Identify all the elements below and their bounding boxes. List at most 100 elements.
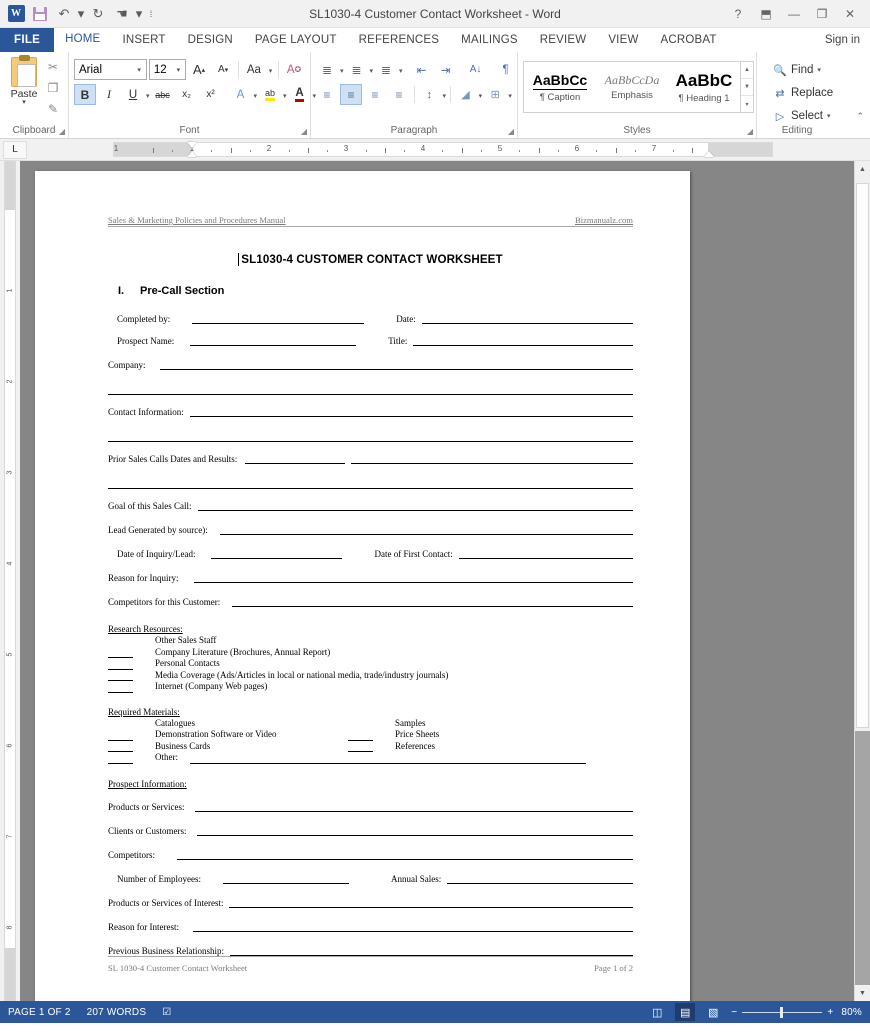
tab-insert[interactable]: INSERT: [111, 28, 176, 52]
multilevel-chevron-down-icon[interactable]: ▾: [399, 59, 403, 80]
material-checkline-r0[interactable]: [348, 720, 373, 729]
material-checkline-1[interactable]: [108, 732, 133, 741]
ribbon-display-options-button[interactable]: ⬒: [752, 2, 780, 26]
paragraph-dialog-launcher[interactable]: ◢: [508, 127, 514, 136]
research-checkline-2[interactable]: [108, 661, 133, 670]
input-goal[interactable]: [197, 502, 633, 511]
clear-formatting-icon[interactable]: A ✪: [283, 59, 305, 80]
material-checkline-0[interactable]: [108, 720, 133, 729]
grow-font-icon[interactable]: A ▴: [188, 59, 210, 80]
input-previous-relationship[interactable]: [230, 947, 633, 956]
format-painter-icon[interactable]: ✎: [43, 100, 63, 118]
material-checkline-r2[interactable]: [348, 743, 373, 752]
strikethrough-button[interactable]: abc: [152, 84, 174, 105]
read-mode-button[interactable]: ◫: [647, 1003, 667, 1021]
document-page[interactable]: Sales & Marketing Policies and Procedure…: [35, 171, 690, 1001]
input-products-services[interactable]: [194, 803, 633, 812]
font-size-input[interactable]: 12 ▾: [148, 59, 187, 80]
input-date-first-contact[interactable]: [458, 550, 633, 559]
font-dialog-launcher[interactable]: ◢: [301, 127, 307, 136]
zoom-out-button[interactable]: −: [731, 1007, 737, 1018]
show-formatting-marks-icon[interactable]: ¶: [495, 59, 517, 80]
research-checkline-1[interactable]: [108, 649, 133, 658]
zoom-handle[interactable]: [780, 1006, 784, 1018]
highlight-chevron-down-icon[interactable]: ▾: [283, 84, 287, 105]
close-button[interactable]: ✕: [836, 2, 864, 26]
bold-button[interactable]: B: [74, 84, 96, 105]
material-checkline-r1[interactable]: [348, 732, 373, 741]
line-spacing-chevron-down-icon[interactable]: ▾: [442, 84, 447, 105]
borders-icon[interactable]: ⊞: [484, 84, 506, 105]
text-effects-chevron-down-icon[interactable]: ▾: [254, 84, 258, 105]
styles-scroll-down-icon[interactable]: ▼: [741, 79, 753, 96]
input-competitors-customer[interactable]: [232, 598, 633, 607]
input-reason-for-inquiry[interactable]: [194, 574, 633, 583]
align-center-button[interactable]: ≡: [340, 84, 362, 105]
input-clients-customers[interactable]: [196, 827, 633, 836]
first-line-indent-marker[interactable]: [187, 142, 197, 148]
subscript-button[interactable]: x₂: [176, 84, 198, 105]
styles-scroll-up-icon[interactable]: ▲: [741, 62, 753, 79]
tab-home[interactable]: HOME: [54, 28, 112, 52]
input-prior-sales-date[interactable]: [245, 455, 346, 464]
borders-chevron-down-icon[interactable]: ▾: [508, 84, 512, 105]
select-button[interactable]: ▷ Select ▾: [770, 106, 865, 126]
superscript-button[interactable]: x²: [200, 84, 222, 105]
input-date[interactable]: [421, 315, 633, 324]
word-count[interactable]: 207 WORDS: [87, 1007, 147, 1018]
underline-button[interactable]: U: [122, 84, 144, 105]
input-prospect-name[interactable]: [190, 337, 357, 346]
sign-in-link[interactable]: Sign in: [815, 28, 870, 52]
input-company[interactable]: [159, 361, 633, 370]
tab-design[interactable]: DESIGN: [177, 28, 244, 52]
input-contact-information-line2[interactable]: [108, 429, 633, 442]
zoom-in-button[interactable]: +: [827, 1007, 833, 1018]
sort-icon[interactable]: A↓: [465, 59, 487, 80]
print-layout-button[interactable]: ▤: [675, 1003, 696, 1021]
tab-page-layout[interactable]: PAGE LAYOUT: [244, 28, 348, 52]
restore-button[interactable]: ❐: [808, 2, 836, 26]
save-icon[interactable]: [29, 3, 51, 25]
tab-acrobat[interactable]: ACROBAT: [650, 28, 728, 52]
material-checkline-other[interactable]: [108, 755, 133, 764]
find-button[interactable]: 🔍 Find ▾: [770, 60, 865, 80]
zoom-slider[interactable]: − +: [731, 1006, 833, 1018]
document-canvas[interactable]: Sales & Marketing Policies and Procedure…: [20, 161, 854, 1001]
page-indicator[interactable]: PAGE 1 OF 2: [8, 1007, 71, 1018]
cut-icon[interactable]: ✂: [43, 58, 63, 76]
bullets-chevron-down-icon[interactable]: ▾: [340, 59, 344, 80]
bullets-icon[interactable]: ≣: [316, 59, 338, 80]
undo-caret-icon[interactable]: ▾: [77, 3, 85, 25]
change-case-chevron-down-icon[interactable]: ▾: [267, 59, 274, 80]
collapse-ribbon-icon[interactable]: ⌃: [856, 111, 864, 122]
tab-view[interactable]: VIEW: [597, 28, 649, 52]
italic-button[interactable]: I: [98, 84, 120, 105]
input-number-of-employees[interactable]: [222, 875, 349, 884]
right-indent-marker[interactable]: [704, 151, 714, 157]
shrink-font-icon[interactable]: A ▾: [212, 59, 234, 80]
tab-review[interactable]: REVIEW: [529, 28, 598, 52]
scrollbar-thumb[interactable]: [856, 183, 869, 728]
copy-icon[interactable]: ❐: [43, 79, 63, 97]
research-checkline-0[interactable]: [108, 638, 133, 647]
change-case-icon[interactable]: Aa: [243, 59, 265, 80]
input-date-of-inquiry[interactable]: [211, 550, 343, 559]
horizontal-ruler[interactable]: 1 2 3 4 5 6 7 1: [113, 142, 773, 157]
numbering-icon[interactable]: ≣: [346, 59, 368, 80]
clipboard-dialog-launcher[interactable]: ◢: [59, 127, 65, 136]
minimize-button[interactable]: —: [780, 2, 808, 26]
decrease-indent-icon[interactable]: ⇤: [411, 59, 433, 80]
underline-chevron-down-icon[interactable]: ▾: [146, 84, 150, 105]
redo-icon[interactable]: ↻: [87, 3, 109, 25]
proofing-status-icon[interactable]: ☑: [162, 1007, 171, 1018]
styles-more-icon[interactable]: ▾: [741, 96, 753, 112]
multilevel-list-icon[interactable]: ≣: [375, 59, 397, 80]
left-indent-marker[interactable]: [187, 151, 197, 157]
input-reason-for-interest[interactable]: [192, 923, 633, 932]
input-competitors[interactable]: [177, 851, 633, 860]
touch-caret-icon[interactable]: ▾: [135, 3, 143, 25]
align-left-button[interactable]: ≡: [316, 84, 338, 105]
paste-caret-icon[interactable]: ▾: [22, 99, 26, 106]
zoom-level-label[interactable]: 80%: [841, 1007, 862, 1018]
input-material-other[interactable]: [190, 755, 586, 764]
